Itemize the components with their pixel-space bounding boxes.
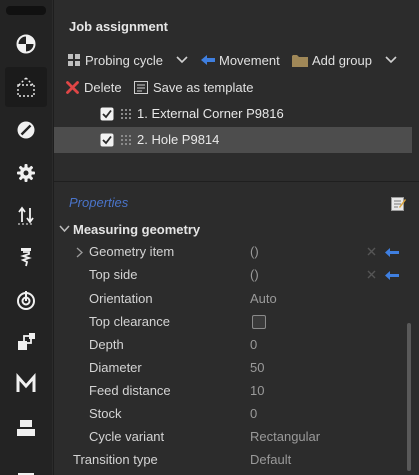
no-entry-icon bbox=[17, 121, 35, 139]
clear-x-icon[interactable] bbox=[367, 247, 376, 256]
probing-cycle-button[interactable]: Probing cycle bbox=[68, 53, 163, 68]
property-name: Orientation bbox=[89, 291, 153, 306]
copy-tool-button[interactable] bbox=[5, 322, 47, 362]
property-name: Top side bbox=[89, 267, 138, 282]
bounding-box-icon bbox=[17, 77, 35, 97]
target-tool-button[interactable] bbox=[5, 280, 47, 320]
stack-tool-button[interactable] bbox=[5, 408, 47, 448]
left-arrow-icon bbox=[201, 55, 215, 65]
delete-label: Delete bbox=[84, 79, 122, 95]
drag-grip-icon[interactable] bbox=[120, 134, 132, 146]
job-label: 1. External Corner P9816 bbox=[137, 106, 284, 121]
left-toolbar bbox=[0, 0, 52, 475]
section-divider bbox=[54, 181, 419, 182]
chevron-right-icon[interactable] bbox=[76, 247, 83, 258]
panel-title: Job assignment bbox=[69, 19, 168, 34]
delete-button[interactable]: Delete bbox=[66, 80, 122, 95]
property-name: Diameter bbox=[89, 360, 142, 375]
property-value[interactable]: 0 bbox=[250, 406, 257, 421]
toolbar-top-handle bbox=[6, 6, 46, 15]
save-as-template-button[interactable]: Save as template bbox=[134, 80, 253, 95]
properties-scrollbar[interactable] bbox=[407, 323, 411, 471]
property-value[interactable]: () bbox=[250, 267, 259, 282]
bottom-bar-icon bbox=[18, 473, 34, 475]
tool-icon bbox=[20, 248, 32, 267]
property-row-depth[interactable]: Depth 0 bbox=[54, 334, 409, 357]
pick-arrow-icon[interactable] bbox=[385, 271, 399, 280]
property-row-feed-distance[interactable]: Feed distance 10 bbox=[54, 380, 409, 403]
property-row-top-clearance[interactable]: Top clearance bbox=[54, 311, 409, 334]
job-row[interactable]: 1. External Corner P9816 bbox=[54, 101, 412, 127]
job-checkbox[interactable] bbox=[100, 107, 114, 121]
add-group-label: Add group bbox=[312, 52, 372, 68]
property-name: Cycle variant bbox=[89, 429, 165, 444]
property-name: Depth bbox=[89, 337, 124, 352]
grid-icon bbox=[68, 54, 80, 66]
job-checkbox[interactable] bbox=[100, 133, 114, 147]
no-entry-tool-button[interactable] bbox=[5, 110, 47, 150]
property-row-cycle-variant[interactable]: Cycle variant Rectangular bbox=[54, 426, 409, 449]
chevron-down-icon bbox=[385, 56, 397, 64]
property-value[interactable]: 0 bbox=[250, 337, 257, 352]
folder-icon bbox=[292, 54, 308, 67]
program-tool-button[interactable] bbox=[5, 24, 47, 64]
job-label: 2. Hole P9814 bbox=[137, 132, 220, 147]
stack-icon bbox=[17, 420, 35, 436]
bottom-tool-button[interactable] bbox=[5, 450, 47, 475]
add-group-button[interactable]: Add group bbox=[292, 53, 372, 68]
property-value[interactable]: Rectangular bbox=[250, 429, 320, 444]
drag-grip-icon[interactable] bbox=[120, 108, 132, 120]
property-row-transition-type[interactable]: Transition type Default bbox=[54, 449, 409, 472]
property-row-geometry-item[interactable]: Geometry item () bbox=[54, 241, 409, 264]
property-value[interactable]: Auto bbox=[250, 291, 277, 306]
target-icon bbox=[17, 291, 35, 310]
job-assignment-panel: Job assignment Probing cycle Movement Ad… bbox=[53, 0, 419, 475]
clear-x-icon[interactable] bbox=[367, 270, 376, 279]
property-row-orientation[interactable]: Orientation Auto bbox=[54, 288, 409, 311]
pick-arrow-icon[interactable] bbox=[385, 248, 399, 257]
copy-blocks-icon bbox=[18, 333, 35, 350]
program-icon bbox=[16, 34, 36, 54]
machine-tool-button[interactable] bbox=[5, 364, 47, 404]
movement-label: Movement bbox=[219, 52, 280, 68]
delete-x-icon bbox=[66, 80, 79, 94]
add-group-dropdown[interactable] bbox=[385, 56, 397, 64]
settings-tool-button[interactable] bbox=[5, 153, 47, 193]
top-clearance-checkbox[interactable] bbox=[252, 315, 266, 329]
property-row-diameter[interactable]: Diameter 50 bbox=[54, 357, 409, 380]
probing-cycle-dropdown[interactable] bbox=[176, 56, 188, 64]
property-name: Top clearance bbox=[89, 314, 170, 329]
property-name: Geometry item bbox=[89, 244, 175, 259]
transfer-tool-button[interactable] bbox=[5, 195, 47, 235]
job-row-selected[interactable]: 2. Hole P9814 bbox=[54, 127, 412, 153]
bounding-box-tool-button[interactable] bbox=[5, 67, 47, 107]
section-title: Measuring geometry bbox=[73, 222, 201, 237]
template-icon bbox=[134, 80, 148, 94]
probing-cycle-label: Probing cycle bbox=[85, 52, 164, 68]
chevron-down-icon bbox=[59, 225, 70, 233]
machine-m-icon bbox=[16, 373, 36, 392]
properties-link[interactable]: Properties bbox=[69, 195, 128, 210]
property-row-top-side[interactable]: Top side () bbox=[54, 264, 409, 287]
gear-icon bbox=[17, 164, 35, 182]
transfer-arrows-icon bbox=[18, 206, 34, 225]
property-value[interactable]: 50 bbox=[250, 360, 264, 375]
property-name: Feed distance bbox=[89, 383, 171, 398]
save-as-template-label: Save as template bbox=[153, 79, 254, 95]
cutting-tool-button[interactable] bbox=[5, 237, 47, 277]
property-value[interactable]: Default bbox=[250, 452, 291, 467]
movement-button[interactable]: Movement bbox=[201, 53, 280, 68]
property-value[interactable]: () bbox=[250, 244, 259, 259]
property-row-stock[interactable]: Stock 0 bbox=[54, 403, 409, 426]
property-name: Transition type bbox=[73, 452, 158, 467]
chevron-down-icon bbox=[176, 56, 188, 64]
property-value[interactable]: 10 bbox=[250, 383, 264, 398]
property-name: Stock bbox=[89, 406, 122, 421]
edit-notes-icon[interactable] bbox=[391, 196, 406, 211]
